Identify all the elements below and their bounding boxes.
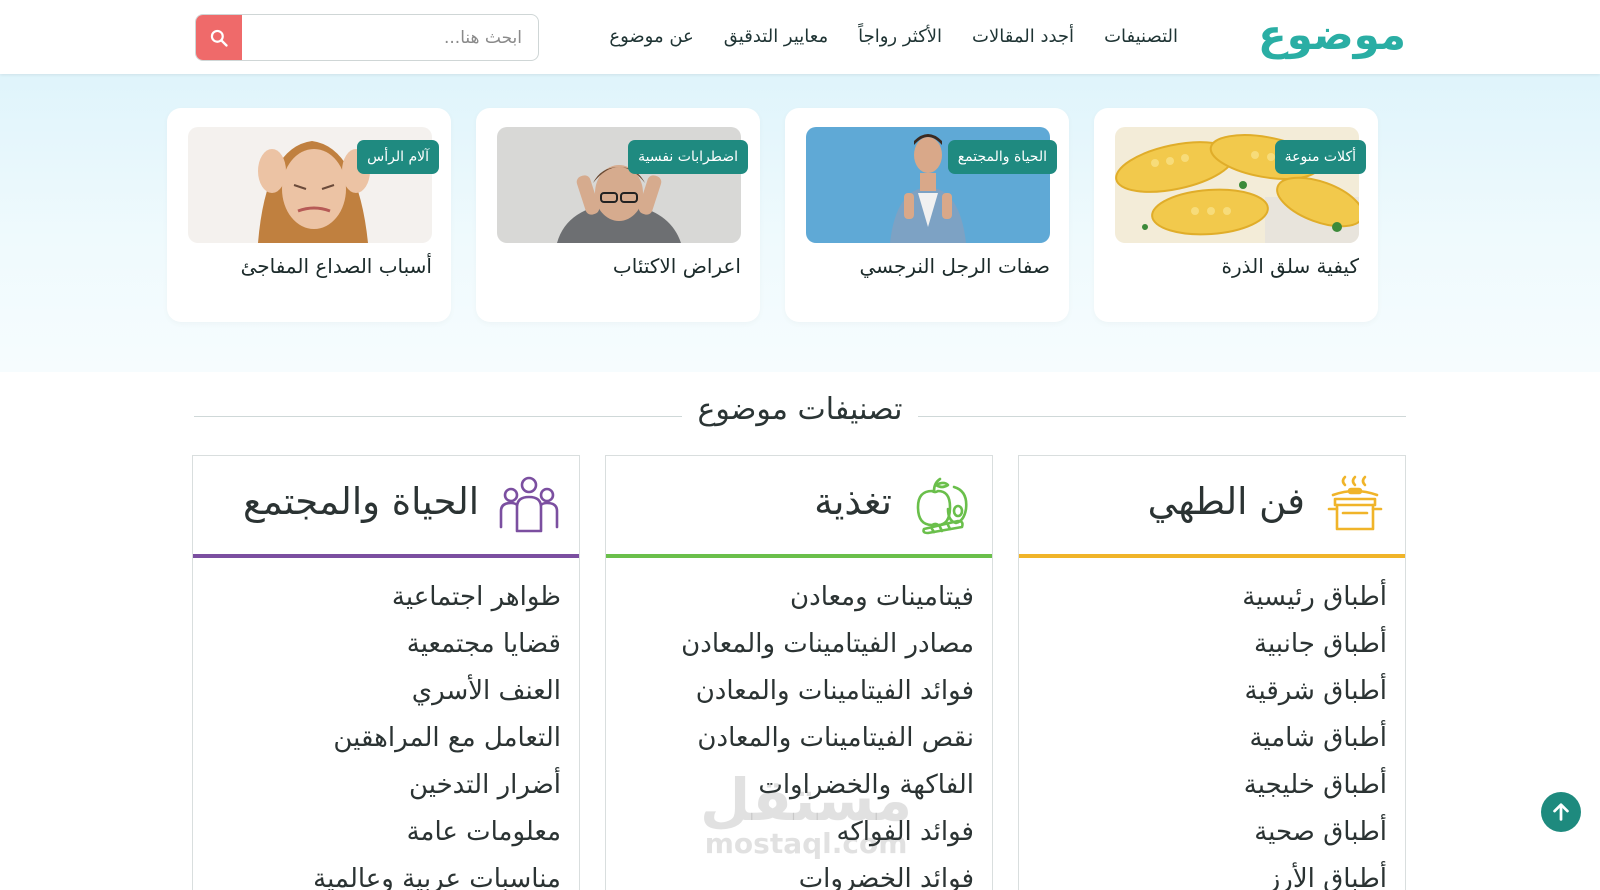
list-item[interactable]: العنف الأسري <box>313 668 561 715</box>
category-column-cooking: فن الطهي أطباق رئيسية أطباق جانبية أطباق… <box>1018 455 1406 890</box>
list-item[interactable]: أطباق جانبية <box>1242 621 1387 668</box>
category-links: فيتامينات ومعادن مصادر الفيتامينات والمع… <box>681 574 974 890</box>
fruits-vegetables-icon <box>916 477 968 535</box>
article-card[interactable]: اضطرابات نفسية اعراض الاكتئاب <box>476 108 760 322</box>
site-header: موضوع التصنيفات أجدد المقالات الأكثر روا… <box>0 0 1600 74</box>
article-title[interactable]: اعراض الاكتئاب <box>613 254 741 278</box>
list-item[interactable]: قضايا مجتمعية <box>313 621 561 668</box>
search-button[interactable] <box>196 15 242 60</box>
article-title[interactable]: صفات الرجل النرجسي <box>859 254 1050 278</box>
list-item[interactable]: نقص الفيتامينات والمعادن <box>681 715 974 762</box>
article-card[interactable]: الحياة والمجتمع صفات الرجل النرجسي <box>785 108 1069 322</box>
article-card[interactable]: آلام الرأس أسباب الصداع المفاجئ <box>167 108 451 322</box>
list-item[interactable]: فوائد الفواكه <box>681 809 974 856</box>
category-column-nutrition: تغذية فيتامينات ومعادن مصادر الفيتامينات… <box>605 455 993 890</box>
search-input[interactable] <box>240 15 538 60</box>
category-header[interactable]: الحياة والمجتمع <box>193 456 579 558</box>
article-title[interactable]: كيفية سلق الذرة <box>1222 254 1360 278</box>
nav-categories[interactable]: التصنيفات <box>1104 26 1178 47</box>
list-item[interactable]: فوائد الفيتامينات والمعادن <box>681 668 974 715</box>
category-links: أطباق رئيسية أطباق جانبية أطباق شرقية أط… <box>1242 574 1387 890</box>
list-item[interactable]: أطباق الأرز <box>1242 856 1387 890</box>
featured-articles: أكلات منوعة كيفية سلق الذرة الحياة والمج… <box>0 74 1600 372</box>
category-header[interactable]: تغذية <box>606 456 992 558</box>
main-nav: التصنيفات أجدد المقالات الأكثر رواجاً مع… <box>609 26 1178 47</box>
category-title[interactable]: الحياة والمجتمع <box>243 480 479 523</box>
people-group-icon <box>499 476 559 533</box>
site-logo[interactable]: موضوع <box>1258 10 1407 59</box>
list-item[interactable]: أطباق رئيسية <box>1242 574 1387 621</box>
list-item[interactable]: معلومات عامة <box>313 809 561 856</box>
list-item[interactable]: أطباق صحية <box>1242 809 1387 856</box>
cooking-pot-icon <box>1327 475 1383 531</box>
list-item[interactable]: فيتامينات ومعادن <box>681 574 974 621</box>
nav-trending[interactable]: الأكثر رواجاً <box>858 26 942 47</box>
list-item[interactable]: فوائد الخضروات <box>681 856 974 890</box>
category-header[interactable]: فن الطهي <box>1019 456 1405 558</box>
list-item[interactable]: أطباق خليجية <box>1242 762 1387 809</box>
arrow-up-icon <box>1553 803 1569 821</box>
list-item[interactable]: ظواهر اجتماعية <box>313 574 561 621</box>
article-card[interactable]: أكلات منوعة كيفية سلق الذرة <box>1094 108 1378 322</box>
category-tag[interactable]: اضطرابات نفسية <box>628 140 748 174</box>
list-item[interactable]: أضرار التدخين <box>313 762 561 809</box>
article-title[interactable]: أسباب الصداع المفاجئ <box>241 254 432 278</box>
list-item[interactable]: التعامل مع المراهقين <box>313 715 561 762</box>
category-title[interactable]: فن الطهي <box>1148 480 1305 523</box>
category-links: ظواهر اجتماعية قضايا مجتمعية العنف الأسر… <box>313 574 561 890</box>
category-tag[interactable]: آلام الرأس <box>357 140 439 174</box>
nav-about[interactable]: عن موضوع <box>609 26 693 47</box>
list-item[interactable]: الفاكهة والخضراوات <box>681 762 974 809</box>
list-item[interactable]: أطباق شرقية <box>1242 668 1387 715</box>
categories-heading: تصنيفات موضوع <box>194 392 1406 432</box>
list-item[interactable]: مناسبات عربية وعالمية <box>313 856 561 890</box>
category-tag[interactable]: الحياة والمجتمع <box>947 140 1057 174</box>
list-item[interactable]: مصادر الفيتامينات والمعادن <box>681 621 974 668</box>
scroll-top-button[interactable] <box>1541 792 1581 832</box>
search-box <box>195 14 539 61</box>
category-tag[interactable]: أكلات منوعة <box>1274 140 1366 174</box>
category-title[interactable]: تغذية <box>814 480 892 523</box>
category-column-life-society: الحياة والمجتمع ظواهر اجتماعية قضايا مجت… <box>192 455 580 890</box>
nav-review-standards[interactable]: معايير التدقيق <box>724 26 828 47</box>
list-item[interactable]: أطباق شامية <box>1242 715 1387 762</box>
section-title: تصنيفات موضوع <box>697 392 903 427</box>
nav-latest-articles[interactable]: أجدد المقالات <box>972 26 1074 47</box>
search-icon <box>210 29 228 47</box>
